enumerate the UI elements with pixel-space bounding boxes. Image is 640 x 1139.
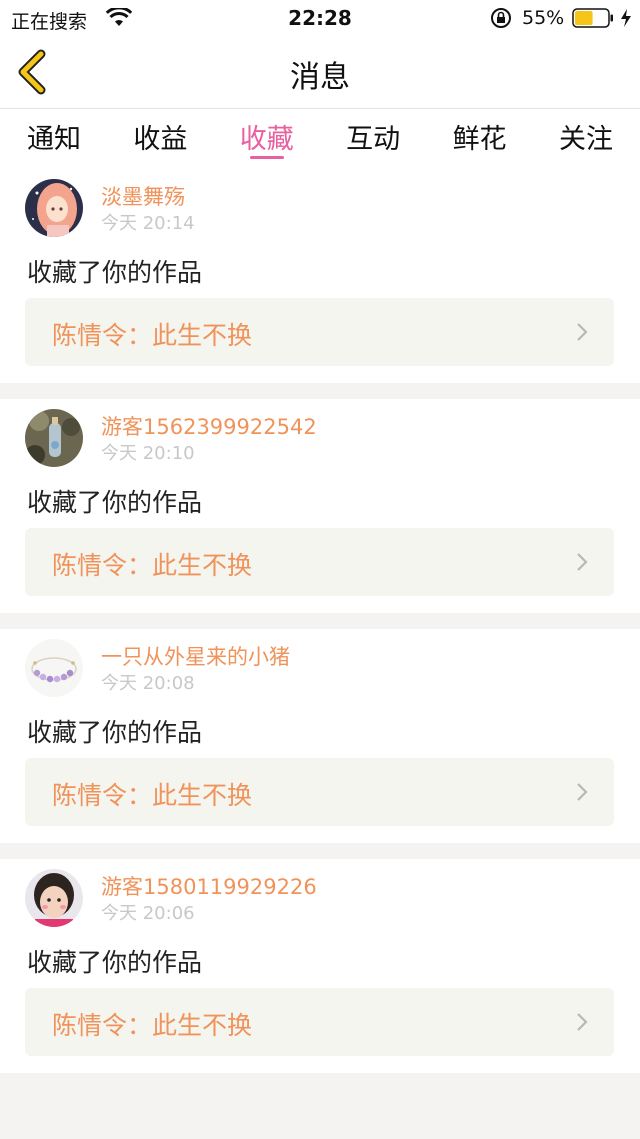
avatar[interactable]: [25, 409, 83, 467]
charging-bolt-icon: [621, 9, 631, 27]
avatar[interactable]: [25, 639, 83, 697]
tab-earnings[interactable]: 收益: [133, 109, 187, 169]
avatar[interactable]: [25, 179, 83, 237]
child-photo-avatar-icon: [25, 869, 83, 927]
timestamp: 今天 20:14: [101, 213, 195, 234]
rotation-lock-icon: [491, 8, 511, 28]
tab-following[interactable]: 关注: [559, 109, 613, 169]
chevron-right-icon: [577, 553, 588, 571]
timestamp: 今天 20:08: [101, 673, 195, 694]
work-link[interactable]: 陈情令：此生不换: [25, 298, 614, 366]
username[interactable]: 游客1562399922542: [101, 411, 317, 441]
username[interactable]: 游客1580119929226: [101, 871, 317, 901]
battery-percent: 55%: [522, 7, 565, 29]
action-text: 收藏了你的作品: [27, 488, 203, 517]
message-card: 淡墨舞殇 今天 20:14 收藏了你的作品 陈情令：此生不换: [0, 169, 640, 383]
work-title: 陈情令：此生不换: [52, 781, 253, 810]
timestamp: 今天 20:06: [101, 903, 195, 924]
nav-bar: 消息: [0, 36, 640, 109]
username[interactable]: 淡墨舞殇: [101, 181, 185, 211]
work-title: 陈情令：此生不换: [52, 321, 253, 350]
work-title: 陈情令：此生不换: [52, 551, 253, 580]
message-card: 游客1580119929226 今天 20:06 收藏了你的作品 陈情令：此生不…: [0, 859, 640, 1073]
tab-flowers[interactable]: 鲜花: [453, 109, 507, 169]
bottle-photo-avatar-icon: [25, 409, 83, 467]
action-text: 收藏了你的作品: [27, 258, 203, 287]
work-link[interactable]: 陈情令：此生不换: [25, 528, 614, 596]
work-title: 陈情令：此生不换: [52, 1011, 253, 1040]
action-text: 收藏了你的作品: [27, 948, 203, 977]
category-tabs: 通知 收益 收藏 互动 鲜花 关注: [0, 109, 640, 169]
avatar[interactable]: [25, 869, 83, 927]
message-list: 淡墨舞殇 今天 20:14 收藏了你的作品 陈情令：此生不换 游客1562399…: [0, 169, 640, 1089]
message-card: 游客1562399922542 今天 20:10 收藏了你的作品 陈情令：此生不…: [0, 399, 640, 613]
bracelet-photo-avatar-icon: [25, 639, 83, 697]
chevron-right-icon: [577, 783, 588, 801]
username[interactable]: 一只从外星来的小猪: [101, 641, 290, 671]
active-tab-indicator: [249, 156, 284, 159]
chevron-right-icon: [577, 1013, 588, 1031]
anime-girl-avatar-icon: [25, 179, 83, 237]
action-text: 收藏了你的作品: [27, 718, 203, 747]
status-bar: 正在搜索 22:28 55%: [0, 0, 640, 36]
work-link[interactable]: 陈情令：此生不换: [25, 758, 614, 826]
tab-interactions[interactable]: 互动: [346, 109, 400, 169]
tab-favorites[interactable]: 收藏: [240, 109, 294, 169]
work-link[interactable]: 陈情令：此生不换: [25, 988, 614, 1056]
chevron-right-icon: [577, 323, 588, 341]
tab-notifications[interactable]: 通知: [27, 109, 81, 169]
page-title: 消息: [290, 60, 350, 95]
timestamp: 今天 20:10: [101, 443, 195, 464]
battery-icon: [572, 8, 613, 28]
message-card: 一只从外星来的小猪 今天 20:08 收藏了你的作品 陈情令：此生不换: [0, 629, 640, 843]
